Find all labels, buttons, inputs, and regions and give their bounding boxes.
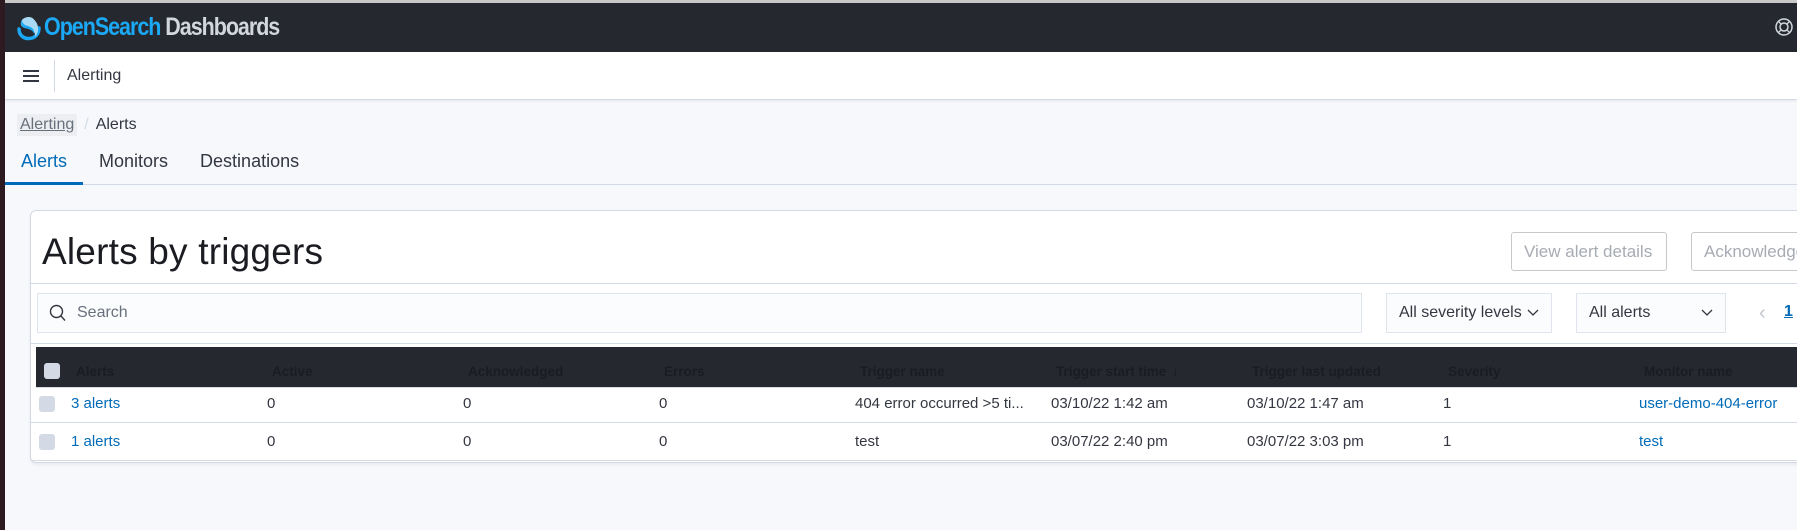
- column-header-active[interactable]: Active: [272, 347, 313, 387]
- alert-state-filter-select[interactable]: All alerts: [1576, 293, 1726, 333]
- alerts-count-link[interactable]: 1 alerts: [71, 423, 120, 460]
- column-header-trigger-name[interactable]: Trigger name: [860, 347, 945, 387]
- column-header-severity[interactable]: Severity: [1448, 347, 1501, 387]
- breadcrumb-separator: /: [84, 116, 89, 133]
- acknowledge-button[interactable]: Acknowledge: [1691, 232, 1797, 271]
- brand-dashboards: Dashboards: [160, 13, 280, 41]
- active-count: 0: [267, 433, 276, 450]
- alerts-panel: Alerts by triggers View alert details Ac…: [30, 210, 1797, 463]
- active-count: 0: [267, 395, 276, 412]
- breadcrumb: Alerting / Alerts: [17, 114, 137, 136]
- help-icon[interactable]: [1774, 17, 1794, 37]
- row-checkbox[interactable]: [39, 433, 55, 450]
- tab-destinations[interactable]: Destinations: [184, 142, 315, 185]
- alert-state-filter-value: All alerts: [1589, 304, 1651, 321]
- select-all-checkbox[interactable]: [44, 363, 60, 379]
- severity-filter-value: All severity levels: [1399, 304, 1522, 321]
- column-header-alerts[interactable]: Alerts: [76, 347, 114, 387]
- table-row: 3 alerts 0 0 0 404 error occurred >5 ti.…: [31, 385, 1797, 423]
- brand-open: Open: [44, 13, 96, 41]
- chevron-down-icon: [1527, 309, 1539, 316]
- trigger-last-updated: 03/07/22 3:03 pm: [1247, 433, 1364, 450]
- trigger-start-time: 03/10/22 1:42 am: [1051, 395, 1168, 412]
- column-header-errors[interactable]: Errors: [664, 347, 705, 387]
- row-checkbox[interactable]: [39, 395, 55, 412]
- alerts-count-link[interactable]: 3 alerts: [71, 385, 120, 422]
- search-icon: [49, 304, 66, 321]
- menu-toggle-button[interactable]: [7, 59, 55, 92]
- errors-count: 0: [659, 433, 668, 450]
- table-header-row: Alerts Active Acknowledged Errors Trigge…: [36, 347, 1797, 388]
- column-header-trigger-start-time[interactable]: Trigger start time ↓: [1056, 347, 1179, 387]
- pagination-prev-button[interactable]: ‹: [1759, 302, 1766, 325]
- column-header-trigger-last-updated[interactable]: Trigger last updated: [1252, 347, 1381, 387]
- app-title: Alerting: [67, 66, 122, 84]
- column-header-trigger-start-time-label: Trigger start time: [1056, 363, 1167, 379]
- opensearch-logo[interactable]: OpenSearch Dashboards: [15, 13, 318, 42]
- acknowledged-count: 0: [463, 433, 472, 450]
- trigger-start-time: 03/07/22 2:40 pm: [1051, 433, 1168, 450]
- tab-monitors[interactable]: Monitors: [83, 142, 184, 185]
- brand-search: Search: [94, 13, 162, 41]
- chevron-down-icon: [1701, 309, 1713, 316]
- brand-name: OpenSearch Dashboards: [44, 13, 280, 42]
- tab-bar: Alerts Monitors Destinations: [5, 142, 1797, 185]
- panel-title: Alerts by triggers: [42, 231, 324, 272]
- search-input[interactable]: [77, 304, 1277, 322]
- column-header-acknowledged[interactable]: Acknowledged: [468, 347, 563, 387]
- tab-alerts[interactable]: Alerts: [5, 142, 84, 185]
- severity: 1: [1443, 395, 1452, 412]
- search-field[interactable]: [37, 293, 1362, 333]
- trigger-name: 404 error occurred >5 ti...: [855, 395, 1024, 412]
- top-header: OpenSearch Dashboards: [5, 3, 1797, 52]
- hamburger-icon: [22, 69, 39, 82]
- severity: 1: [1443, 433, 1452, 450]
- acknowledged-count: 0: [463, 395, 472, 412]
- panel-divider: [31, 283, 1797, 284]
- breadcrumb-alerting[interactable]: Alerting: [17, 114, 78, 136]
- column-header-monitor-name[interactable]: Monitor name: [1644, 347, 1733, 387]
- trigger-name: test: [855, 433, 880, 450]
- alerts-table: Alerts Active Acknowledged Errors Trigge…: [31, 344, 1797, 461]
- opensearch-mark-icon: [17, 16, 41, 40]
- app-navbar: Alerting: [5, 52, 1797, 100]
- sort-descending-icon: ↓: [1172, 363, 1180, 379]
- monitor-name-link[interactable]: user-demo-404-error: [1639, 385, 1777, 422]
- view-alert-details-button[interactable]: View alert details: [1511, 232, 1667, 271]
- breadcrumb-alerts: Alerts: [95, 116, 137, 133]
- monitor-name-link[interactable]: test: [1639, 423, 1663, 460]
- trigger-last-updated: 03/10/22 1:47 am: [1247, 395, 1364, 412]
- table-row: 1 alerts 0 0 0 test 03/07/22 2:40 pm 03/…: [31, 423, 1797, 461]
- severity-filter-select[interactable]: All severity levels: [1386, 293, 1552, 333]
- pagination-page-1[interactable]: 1: [1784, 303, 1793, 321]
- errors-count: 0: [659, 395, 668, 412]
